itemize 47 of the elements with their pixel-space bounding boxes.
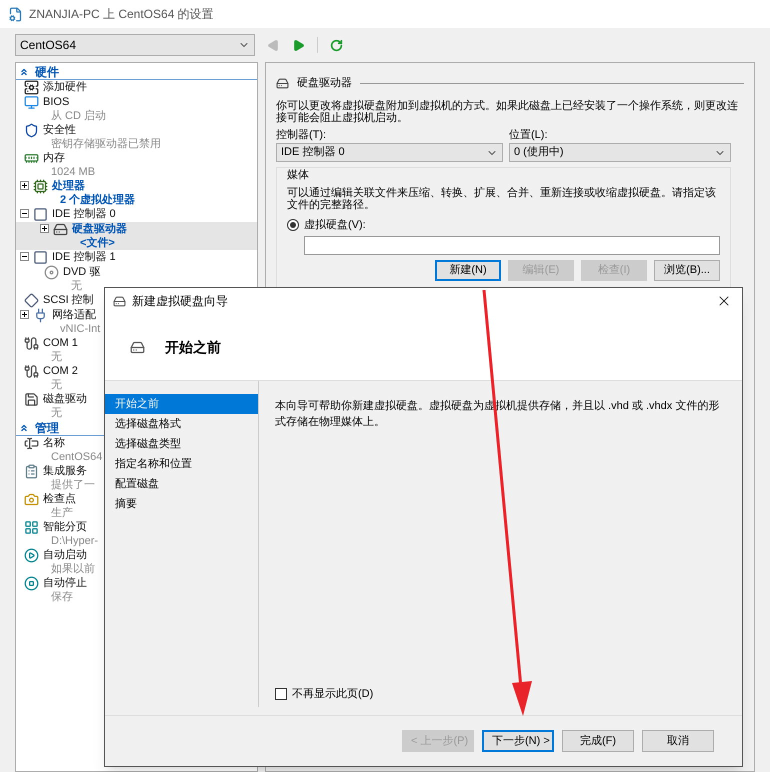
dialog-title: 新建虚拟硬盘向导 [132, 293, 229, 310]
item-detail: 无 [50, 406, 63, 420]
item-label: 智能分页 [43, 520, 88, 534]
item-label: IDE 控制器 0 [52, 207, 116, 221]
field-label: 控制器(T): [276, 128, 328, 142]
item-label: 自动停止 [43, 576, 87, 590]
item-label: 添加硬件 [43, 80, 87, 94]
item-label: 硬盘驱动器 [72, 222, 127, 236]
item-detail: 2 个虚拟处理器 [59, 193, 136, 207]
item-detail: vNIC-Int [59, 322, 100, 336]
radio-label: 虚拟硬盘(V): [304, 218, 366, 232]
section-title: 硬盘驱动器 [297, 76, 352, 91]
item-label: 检查点 [43, 492, 76, 506]
media-description: 可以通过编辑关联文件来压缩、转换、扩展、合并、重新连接或收缩虚拟硬盘。请指定该文件的完整路径。 [287, 186, 717, 210]
item-label: IDE 控制器 1 [52, 250, 116, 264]
item-label: SCSI 控制 [43, 293, 94, 307]
checkbox-label: 不再显示此页(D) [292, 686, 374, 702]
item-detail: 如果以前 [50, 562, 95, 576]
dialog-heading: 开始之前 [165, 338, 221, 356]
item-detail: 无 [50, 350, 63, 364]
item-label: 自动启动 [43, 548, 88, 562]
description-text: 你可以更改将虚拟硬盘附加到虚拟机的方式。如果此磁盘上已经安装了一个操作系统，则更改连接可能会阻止虚拟机启动。 [276, 100, 739, 124]
item-label: DVD 驱 [63, 265, 100, 279]
item-detail: D:\Hyper- [50, 534, 98, 548]
item-label: 集成服务 [43, 464, 88, 478]
item-label: 名称 [43, 436, 66, 450]
item-detail: 1024 MB [50, 165, 96, 179]
item-detail: 无 [50, 378, 63, 392]
item-label: 磁盘驱动 [43, 392, 87, 406]
item-detail: 提供了一 [50, 478, 95, 492]
item-label: COM 2 [43, 364, 78, 378]
item-label: 网络适配 [52, 308, 97, 322]
item-label: BIOS [43, 95, 70, 109]
item-detail: CentOS64 [50, 450, 102, 464]
item-detail: 无 [70, 279, 83, 293]
item-detail: 从 CD 启动 [50, 109, 106, 123]
item-label: 安全性 [43, 123, 77, 137]
group-title: 媒体 [287, 168, 310, 183]
item-label: COM 1 [43, 336, 78, 350]
item-label: 内存 [43, 151, 66, 165]
item-label: 处理器 [52, 179, 86, 193]
field-label: 位置(L): [509, 128, 548, 142]
item-detail: 生产 [50, 506, 74, 520]
item-detail: <文件> [79, 236, 116, 250]
item-detail: 密钥存储驱动器已禁用 [50, 137, 161, 151]
item-detail: 保存 [50, 590, 74, 604]
window-title: ZNANJIA-PC 上 CentOS64 的设置 [29, 6, 214, 23]
